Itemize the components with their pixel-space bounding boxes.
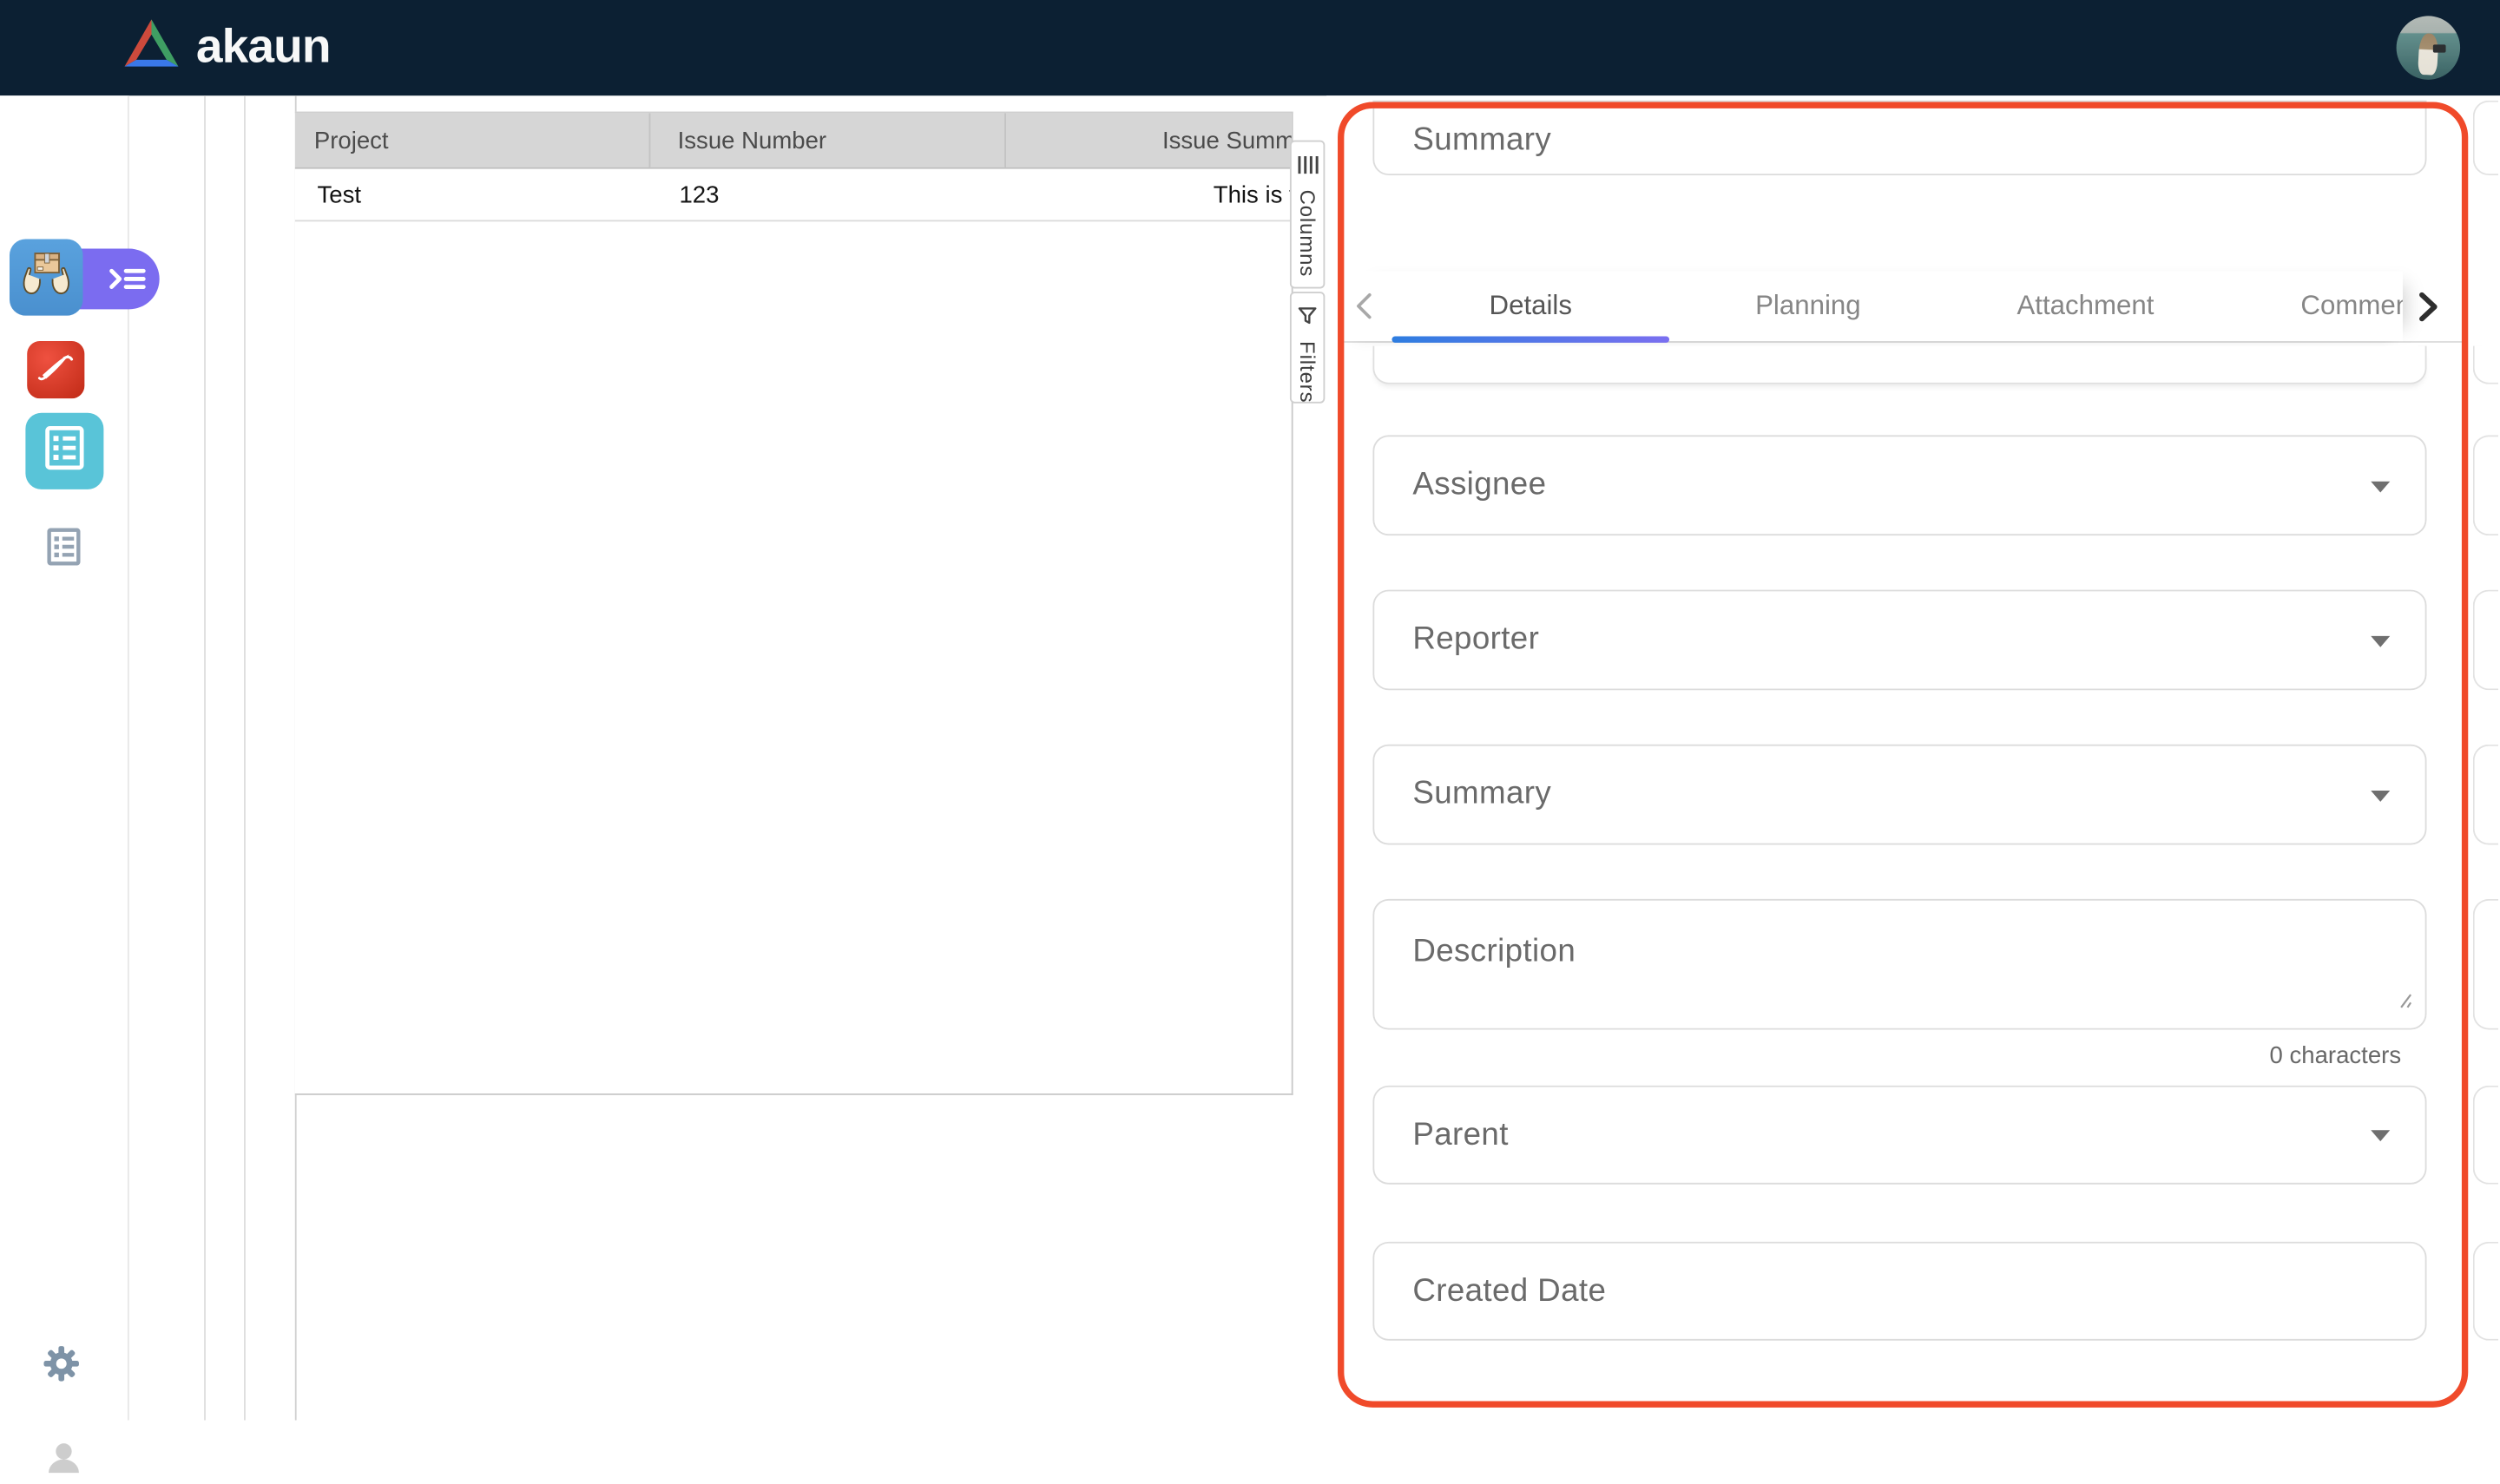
active-tab-underline: [1391, 337, 1669, 343]
detail-tabs: Details Planning Attachment Comments: [1344, 271, 2403, 341]
table-header-row: Project Issue Number Issue Summary: [295, 113, 1292, 168]
avatar-camera-detail: [2433, 44, 2446, 52]
avatar-photo: [2418, 33, 2439, 76]
red-app-icon: [35, 345, 76, 395]
dropdown-arrow-icon: [2371, 1130, 2390, 1141]
brand-logo[interactable]: akaun: [122, 16, 331, 79]
field-edge-fragment: [2473, 1242, 2498, 1341]
tab-planning[interactable]: Planning: [1755, 271, 1861, 341]
columns-icon: [1297, 153, 1318, 181]
left-sidebar: [0, 95, 129, 1420]
top-navbar: akaun: [0, 0, 2500, 95]
field-edge-fragment: [2473, 899, 2498, 1030]
columns-tab-label: Columns: [1295, 190, 1319, 278]
created-date-label: Created Date: [1412, 1273, 1606, 1310]
tab-comments[interactable]: Comments: [2300, 271, 2403, 341]
field-edge-fragment: [2473, 745, 2498, 845]
assignee-field[interactable]: Assignee: [1372, 435, 2426, 535]
sidebar-item-list[interactable]: [46, 528, 81, 574]
chevron-left-icon[interactable]: [1353, 292, 1376, 328]
package-hands-icon: [19, 245, 73, 310]
app-root: akaun: [0, 0, 2500, 1421]
user-icon: [44, 1438, 82, 1484]
tab-details[interactable]: Details: [1490, 271, 1572, 341]
columns-side-tab[interactable]: Columns: [1290, 141, 1325, 289]
reporter-label: Reporter: [1412, 621, 1539, 658]
summary-title-placeholder: Summary: [1412, 122, 1551, 159]
sidebar-item-settings[interactable]: [43, 1345, 80, 1389]
character-counter: 0 characters: [1372, 1042, 2401, 1069]
clipped-field-fragment: [1372, 346, 2426, 384]
reporter-field[interactable]: Reporter: [1372, 590, 2426, 691]
parent-label: Parent: [1412, 1117, 1508, 1153]
sidebar-item-profile[interactable]: [44, 1438, 82, 1484]
list-module-icon: [46, 528, 81, 574]
created-date-field[interactable]: Created Date: [1372, 1242, 2426, 1341]
cell-issue-summary: This is t: [1004, 169, 1292, 220]
panel-divider-line: [244, 95, 246, 1420]
sidebar-item-package-module[interactable]: [10, 240, 82, 316]
column-header-issue-number[interactable]: Issue Number: [649, 113, 1005, 167]
summary-title-input[interactable]: Summary: [1372, 101, 2426, 175]
issues-table: Project Issue Number Issue Summary Test …: [295, 112, 1293, 1095]
tab-attachment[interactable]: Attachment: [2016, 271, 2154, 341]
list-module-active-icon: [43, 424, 87, 477]
column-header-issue-summary[interactable]: Issue Summary: [1004, 113, 1292, 167]
dropdown-arrow-icon: [2371, 790, 2390, 801]
user-avatar[interactable]: [2397, 16, 2460, 79]
filters-tab-label: Filters: [1295, 341, 1319, 403]
description-textarea[interactable]: Description: [1372, 899, 2426, 1030]
resize-handle-icon[interactable]: [2393, 988, 2412, 1017]
chevron-right-icon[interactable]: [2416, 290, 2441, 332]
table-row[interactable]: Test 123 This is t: [295, 169, 1292, 222]
assignee-label: Assignee: [1412, 467, 1546, 503]
summary-field[interactable]: Summary: [1372, 745, 2426, 845]
description-label: Description: [1412, 934, 1576, 970]
filters-side-tab[interactable]: Filters: [1290, 292, 1325, 404]
parent-field[interactable]: Parent: [1372, 1086, 2426, 1185]
summary-label: Summary: [1412, 776, 1551, 812]
field-edge-fragment: [2473, 590, 2498, 691]
dropdown-arrow-icon: [2371, 481, 2390, 492]
column-header-project[interactable]: Project: [295, 113, 649, 167]
panel-divider-line: [204, 95, 206, 1420]
field-edge-fragment: [2473, 435, 2498, 535]
field-edge-fragment: [2473, 1086, 2498, 1185]
sidebar-item-issues-active[interactable]: [25, 413, 103, 489]
triangle-logo-icon: [122, 16, 182, 79]
settings-gear-icon: [43, 1345, 80, 1389]
filter-icon: [1298, 305, 1317, 333]
field-edge-fragment: [2473, 346, 2498, 384]
sidebar-item-red-app[interactable]: [27, 341, 84, 398]
field-edge-fragment: [2473, 101, 2498, 175]
dropdown-arrow-icon: [2371, 635, 2390, 647]
brand-name: akaun: [196, 21, 331, 75]
cell-project: Test: [295, 169, 649, 220]
cell-issue-number: 123: [649, 169, 1005, 220]
